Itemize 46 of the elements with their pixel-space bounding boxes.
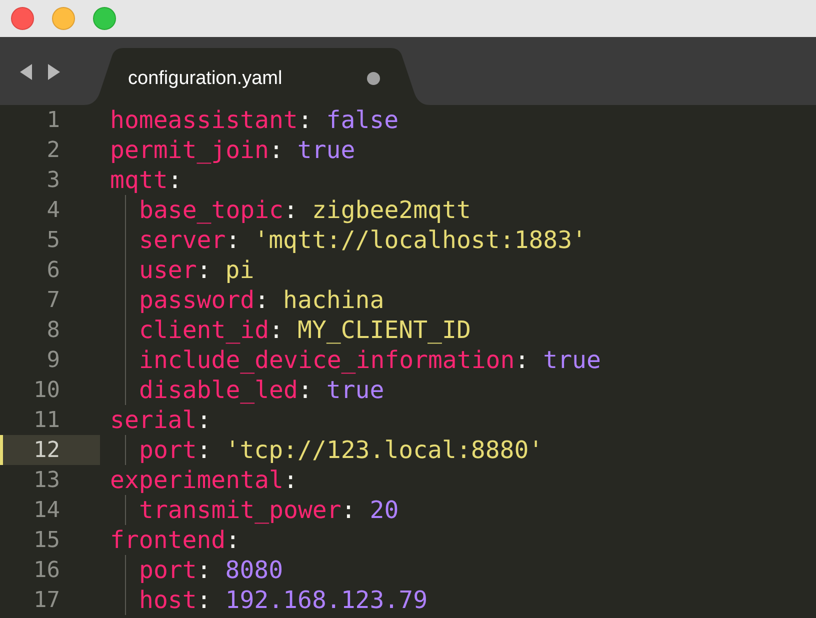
yaml-value: zigbee2mqtt: [312, 195, 471, 226]
zoom-button[interactable]: [93, 7, 116, 30]
line-number: 5: [46, 226, 60, 254]
line-number: 17: [34, 586, 60, 614]
current-line-marker: [0, 435, 3, 465]
back-icon[interactable]: [19, 63, 33, 81]
line-number: 16: [34, 556, 60, 584]
line-number: 14: [34, 496, 60, 524]
yaml-colon: :: [268, 135, 284, 166]
close-button[interactable]: [11, 7, 34, 30]
yaml-colon: :: [284, 195, 298, 226]
yaml-colon: :: [341, 495, 356, 526]
line-number: 1: [46, 106, 60, 134]
line-number: 12: [34, 436, 60, 464]
yaml-colon: :: [196, 585, 212, 616]
yaml-colon: :: [226, 225, 240, 256]
line-number: 2: [46, 136, 60, 164]
tab-label: configuration.yaml: [128, 67, 282, 91]
line-number: 6: [46, 256, 60, 284]
line-number: 13: [34, 466, 60, 494]
line-number: 15: [34, 526, 60, 554]
yaml-value: true: [297, 135, 356, 166]
file-tab[interactable]: configuration.yaml: [84, 48, 430, 105]
yaml-colon: :: [196, 405, 212, 436]
yaml-colon: :: [298, 105, 312, 136]
line-number: 4: [46, 196, 60, 224]
yaml-value: false: [326, 105, 399, 136]
yaml-value: 'mqtt://localhost:1883': [254, 225, 586, 256]
yaml-value: 8080: [225, 555, 284, 586]
yaml-value: true: [326, 375, 384, 406]
yaml-value: hachina: [283, 285, 384, 316]
yaml-value: true: [543, 345, 601, 376]
line-number: 3: [46, 166, 60, 194]
line-number: 7: [46, 286, 60, 314]
line-number: 9: [46, 346, 60, 374]
yaml-colon: :: [514, 345, 530, 376]
line-number: 8: [46, 316, 60, 344]
line-number: 11: [34, 406, 60, 434]
forward-icon[interactable]: [47, 63, 61, 81]
yaml-value: 20: [370, 495, 399, 526]
yaml-colon: :: [196, 555, 212, 586]
minimize-button[interactable]: [52, 7, 75, 30]
yaml-value: 192.168.123.79: [225, 585, 428, 616]
line-number: 10: [34, 376, 60, 404]
yaml-colon: :: [226, 525, 240, 556]
yaml-colon: :: [298, 375, 312, 406]
